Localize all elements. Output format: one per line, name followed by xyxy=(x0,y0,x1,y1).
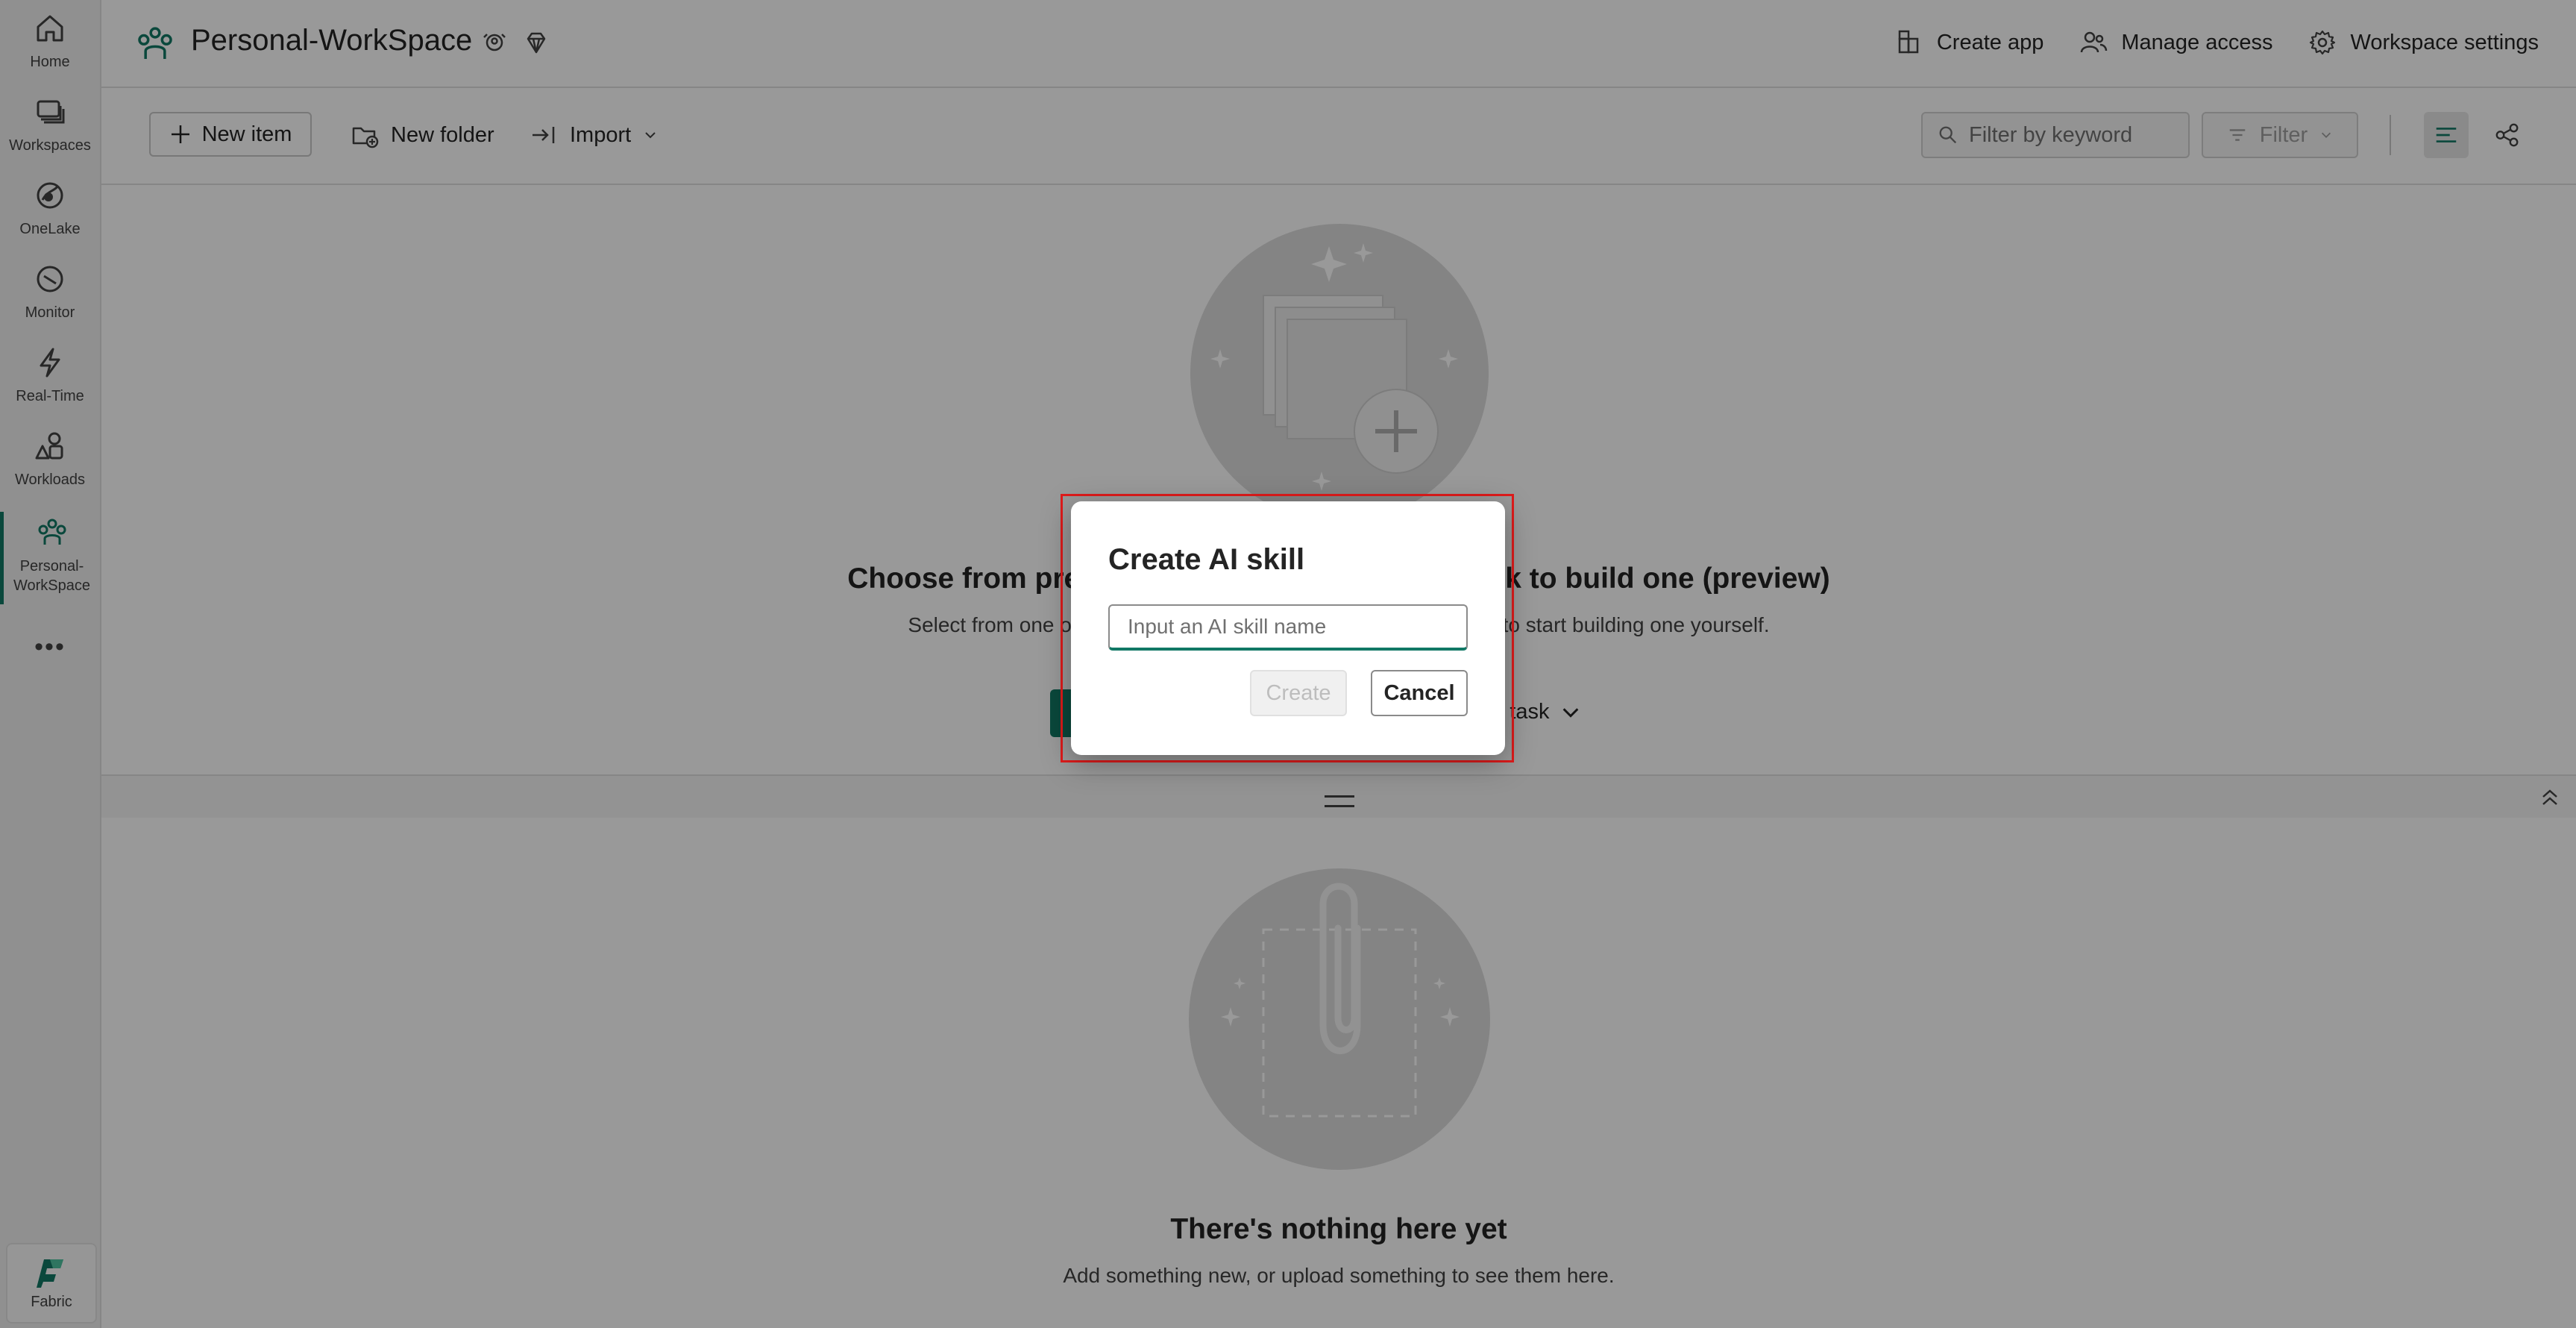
ai-skill-name-input[interactable] xyxy=(1108,604,1468,651)
dialog-title: Create AI skill xyxy=(1108,543,1305,576)
create-button[interactable]: Create xyxy=(1250,670,1347,716)
create-ai-skill-dialog: Create AI skill Create Cancel xyxy=(1071,501,1505,755)
cancel-button[interactable]: Cancel xyxy=(1371,670,1468,716)
